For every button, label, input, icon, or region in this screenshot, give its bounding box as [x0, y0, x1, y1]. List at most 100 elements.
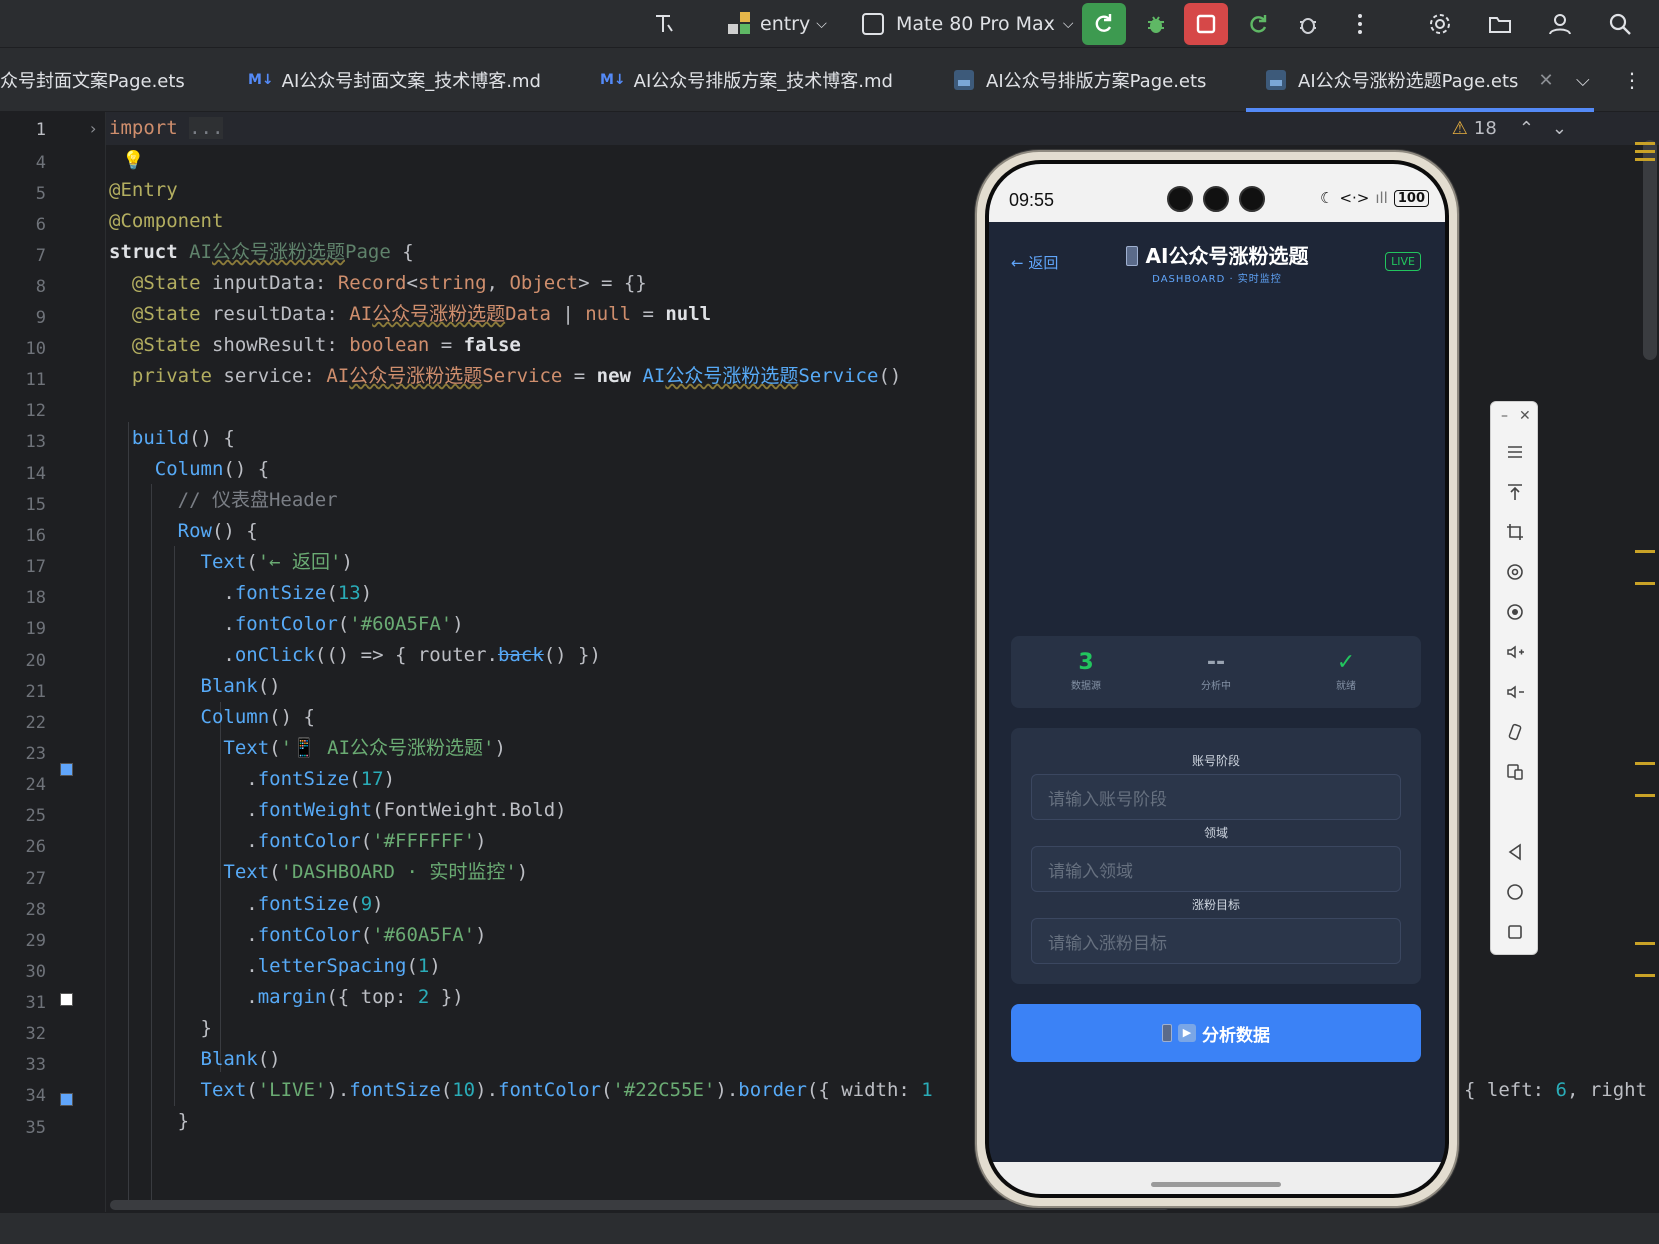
code-line: Text('📱 AI公众号涨粉选题'): [223, 737, 506, 759]
stripe-mark: [1635, 974, 1655, 977]
battery-icon: 100: [1393, 189, 1429, 207]
intention-bulb-icon[interactable]: 💡: [122, 150, 144, 171]
signal-icon: ıll: [1375, 189, 1388, 207]
code-line: Blank(): [200, 1048, 281, 1070]
chevron-up-icon[interactable]: ⌃: [1519, 118, 1534, 139]
domain-input[interactable]: 请输入领域: [1031, 846, 1401, 892]
pin-top-icon[interactable]: [1503, 480, 1527, 504]
device-icon: [862, 13, 884, 35]
device-selector[interactable]: Mate 80 Pro Max ⌵: [862, 0, 1074, 48]
code-line: Column() {: [154, 458, 270, 480]
debug-bug-icon[interactable]: [1138, 6, 1174, 42]
text-format-icon[interactable]: [646, 6, 682, 42]
field-label-stage: 账号阶段: [1191, 754, 1240, 768]
stripe-mark: [1635, 158, 1655, 161]
menu-icon[interactable]: [1503, 440, 1527, 464]
analyze-button[interactable]: ▶ 分析数据: [1011, 1004, 1421, 1062]
color-swatch-blue[interactable]: [60, 1093, 73, 1106]
goal-input[interactable]: 请输入涨粉目标: [1031, 918, 1401, 964]
module-selector[interactable]: entry ⌵: [728, 0, 827, 48]
multi-device-icon[interactable]: [1503, 760, 1527, 784]
tab-growth-topic-page[interactable]: AI公众号涨粉选题Page.ets ✕: [1246, 48, 1593, 112]
field-label-domain: 领域: [1203, 826, 1228, 840]
stripe-mark: [1635, 582, 1655, 585]
volume-up-icon[interactable]: [1503, 640, 1527, 664]
code-line: Text('DASHBOARD · 实时监控'): [223, 861, 529, 883]
vertical-scrollbar[interactable]: [1643, 140, 1657, 360]
recents-square-icon[interactable]: [1503, 920, 1527, 944]
line-number: 24: [25, 775, 46, 795]
code-line: .fontWeight(FontWeight.Bold): [109, 799, 567, 821]
stat-label: 分析中: [1201, 681, 1231, 692]
tab-layout-blog[interactable]: M↓ AI公众号排版方案_技术博客.md: [600, 48, 893, 112]
screenshot-icon[interactable]: [1503, 600, 1527, 624]
markdown-icon: M↓: [600, 72, 626, 88]
link-icon: <·>: [1339, 189, 1370, 207]
line-number: 13: [25, 432, 46, 452]
shake-icon[interactable]: [1503, 720, 1527, 744]
run-reload-button[interactable]: [1082, 3, 1126, 45]
stripe-mark: [1635, 550, 1655, 553]
tabs-more[interactable]: ⋮: [1622, 48, 1642, 112]
stop-button[interactable]: [1184, 3, 1228, 45]
moon-icon: ☾: [1319, 189, 1334, 207]
stripe-mark: [1635, 942, 1655, 945]
tab-cover-copy-page[interactable]: 众号封面文案Page.ets: [0, 48, 185, 112]
home-indicator[interactable]: [1151, 1182, 1281, 1187]
line-number: 17: [25, 557, 46, 577]
stripe-mark: [1635, 794, 1655, 797]
search-icon[interactable]: [1602, 6, 1638, 42]
rotate-icon[interactable]: [1503, 560, 1527, 584]
close-icon[interactable]: ✕: [1519, 408, 1531, 424]
code-line: }: [109, 1110, 190, 1132]
settings-gear-icon[interactable]: [1422, 6, 1458, 42]
code-line: .letterSpacing(1): [109, 955, 441, 977]
line-number: 26: [25, 837, 46, 857]
project-folder-icon[interactable]: [1482, 6, 1518, 42]
chevron-down-icon: ⌵: [1062, 16, 1074, 32]
account-user-icon[interactable]: [1542, 6, 1578, 42]
back-triangle-icon[interactable]: [1503, 840, 1527, 864]
color-swatch-white[interactable]: [60, 993, 73, 1006]
status-icons: ☾ <·> ıll 100: [1320, 189, 1429, 207]
attach-debugger-icon[interactable]: [1290, 6, 1326, 42]
code-line: Text('← 返回'): [200, 551, 353, 573]
tab-layout-page[interactable]: AI公众号排版方案Page.ets: [954, 48, 1206, 112]
ets-file-icon: [954, 70, 974, 90]
phone-icon: [1162, 1024, 1172, 1042]
tab-label: AI公众号涨粉选题Page.ets: [1298, 71, 1519, 92]
line-number: 6: [35, 215, 46, 235]
line-number: 29: [25, 931, 46, 951]
line-number: 33: [25, 1055, 46, 1075]
fold-chevron-icon[interactable]: ›: [90, 119, 96, 138]
close-icon[interactable]: ✕: [1538, 70, 1553, 91]
home-circle-icon[interactable]: [1503, 880, 1527, 904]
line-number: 5: [35, 184, 46, 204]
more-vertical-icon[interactable]: [1342, 6, 1378, 42]
ide-toolbar: entry ⌵ Mate 80 Pro Max ⌵: [0, 0, 1659, 48]
stripe-mark: [1635, 150, 1655, 153]
phone-nav-bar: [989, 1162, 1445, 1194]
tabs-dropdown[interactable]: ⌵: [1576, 48, 1590, 112]
volume-down-icon[interactable]: [1503, 680, 1527, 704]
crop-icon[interactable]: [1503, 520, 1527, 544]
line-number: 14: [25, 464, 46, 484]
code-line: @Component: [109, 210, 224, 232]
line-number: 22: [25, 713, 46, 733]
line-number: 9: [35, 308, 46, 328]
tab-cover-copy-blog[interactable]: M↓ AI公众号封面文案_技术博客.md: [248, 48, 541, 112]
line-number: 32: [25, 1024, 46, 1044]
apply-changes-icon[interactable]: [1240, 6, 1276, 42]
chevron-down-icon[interactable]: ⌄: [1552, 118, 1567, 139]
stat-label: 就绪: [1336, 681, 1356, 692]
inspection-widget[interactable]: ⚠ 18 ⌃ ⌄: [1452, 118, 1567, 139]
stage-input[interactable]: 请输入账号阶段: [1031, 774, 1401, 820]
line-number: 16: [25, 526, 46, 546]
line-number: 19: [25, 619, 46, 639]
phone-status-bar: 09:55 ☾ <·> ıll 100: [989, 164, 1445, 222]
minimize-icon[interactable]: –: [1501, 408, 1508, 424]
tab-label: 众号封面文案Page.ets: [0, 71, 185, 92]
page-title: AI公众号涨粉选题: [989, 240, 1445, 269]
stat-value: --: [1206, 650, 1226, 675]
color-swatch-blue[interactable]: [60, 763, 73, 776]
